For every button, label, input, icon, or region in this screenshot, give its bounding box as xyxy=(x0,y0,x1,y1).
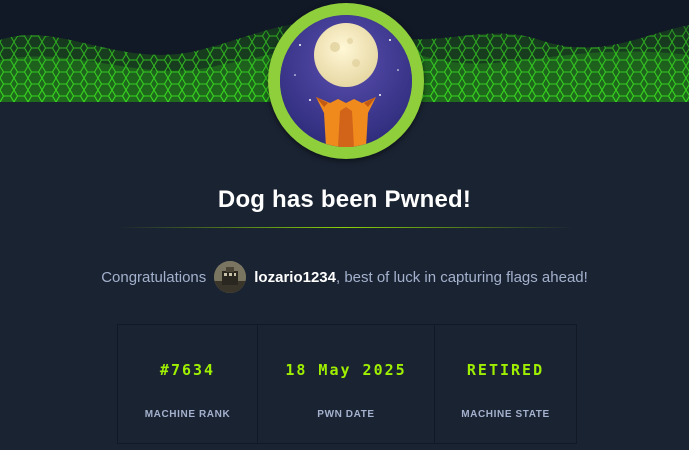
machine-rank-label: MACHINE RANK xyxy=(144,409,231,420)
user-avatar[interactable] xyxy=(214,261,247,293)
machine-state-value: RETIRED xyxy=(466,361,545,379)
page-title: Dog has been Pwned! xyxy=(217,186,472,213)
pwn-date-label: PWN DATE xyxy=(317,409,375,420)
user-avatar-image xyxy=(214,261,247,293)
stat-pwn-date: 18 May 2025 PWN DATE xyxy=(258,325,435,443)
congrats-suffix: , best of luck in capturing flags ahead! xyxy=(335,268,588,286)
username-link[interactable]: lozario1234 xyxy=(254,269,336,286)
dog-moon-machine-icon xyxy=(280,15,412,147)
pwn-date-value: 18 May 2025 xyxy=(285,361,407,379)
congrats-prefix: Congratulations xyxy=(101,268,207,286)
stat-machine-state: RETIRED MACHINE STATE xyxy=(435,325,576,443)
machine-state-label: MACHINE STATE xyxy=(461,409,550,420)
pwned-card: Dog has been Pwned! Congratulations loza… xyxy=(0,0,689,450)
title-divider xyxy=(118,227,573,228)
stats-panel: #7634 MACHINE RANK 18 May 2025 PWN DATE … xyxy=(117,324,577,444)
machine-avatar-ring xyxy=(268,3,424,159)
machine-rank-value: #7634 xyxy=(159,361,216,379)
congratulations-message: Congratulations lozario1234 , best of lu… xyxy=(0,259,689,295)
stat-machine-rank: #7634 MACHINE RANK xyxy=(118,325,258,443)
